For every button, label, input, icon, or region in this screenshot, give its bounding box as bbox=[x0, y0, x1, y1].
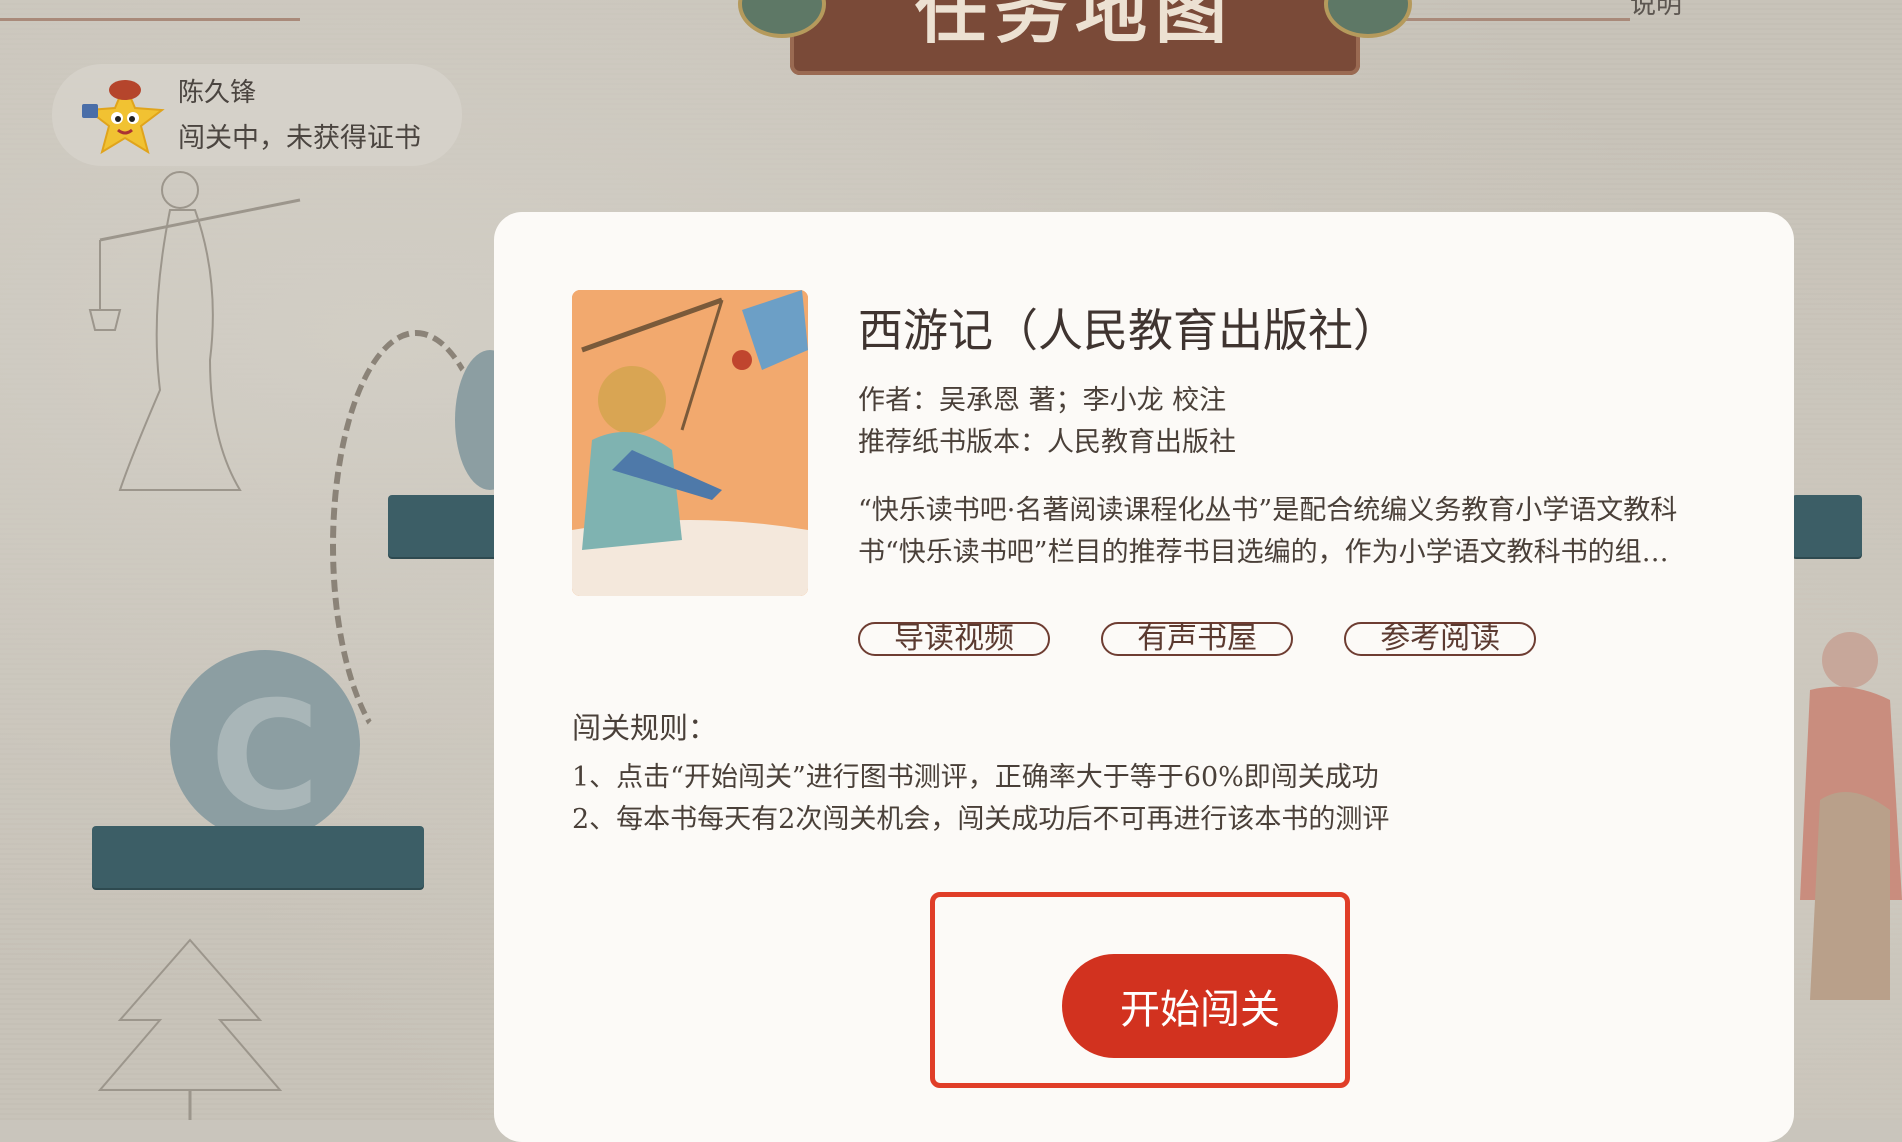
audio-book-button[interactable]: 有声书屋 bbox=[1101, 622, 1294, 656]
map-help-link[interactable]: 说明 bbox=[1630, 0, 1682, 21]
book-author: 作者：吴承恩 著；李小龙 校注 bbox=[858, 385, 1227, 416]
level-c-plank[interactable] bbox=[92, 826, 424, 888]
rules-list: 1、点击“开始闯关”进行图书测评，正确率大于等于60%即闯关成功 2、每本书每天… bbox=[572, 757, 1389, 841]
map-title: 任务地图 bbox=[914, 0, 1235, 53]
rule-item: 1、点击“开始闯关”进行图书测评，正确率大于等于60%即闯关成功 bbox=[572, 762, 1379, 793]
lady-illustration-icon bbox=[88, 171, 301, 491]
guide-video-button[interactable]: 导读视频 bbox=[858, 622, 1050, 656]
book-edition: 推荐纸书版本：人民教育出版社 bbox=[858, 427, 1236, 458]
user-status: 闯关中，未获得证书 bbox=[178, 123, 421, 154]
book-description-line: “快乐读书吧·名著阅读课程化丛书”是配合统编义务教育小学语文教科 bbox=[858, 495, 1678, 526]
rules-title: 闯关规则： bbox=[572, 711, 718, 745]
book-detail-modal: 西游记（人民教育出版社） 作者：吴承恩 著；李小龙 校注 推荐纸书版本：人民教育… bbox=[494, 212, 1794, 1142]
book-cover-image[interactable] bbox=[572, 290, 808, 596]
book-actions: 导读视频 有声书屋 参考阅读 bbox=[858, 622, 1582, 656]
book-meta: 作者：吴承恩 著；李小龙 校注 推荐纸书版本：人民教育出版社 bbox=[858, 380, 1236, 464]
map-top-border-right bbox=[1400, 0, 1630, 21]
rule-item: 2、每本书每天有2次闯关机会，闯关成功后不可再进行该本书的测评 bbox=[572, 804, 1390, 835]
book-title: 西游记（人民教育出版社） bbox=[858, 304, 1399, 357]
level-plank bbox=[388, 495, 498, 557]
book-description: “快乐读书吧·名著阅读课程化丛书”是配合统编义务教育小学语文教科 书“快乐读书吧… bbox=[858, 490, 1718, 574]
map-title-banner: 任务地图 bbox=[738, 0, 1412, 75]
level-letter-c-icon: C bbox=[210, 670, 321, 844]
start-challenge-button[interactable]: 开始闯关 bbox=[1062, 954, 1338, 1058]
level-plank-right[interactable] bbox=[1792, 495, 1862, 557]
book-description-line: 书“快乐读书吧”栏目的推荐书目选编的，作为小学语文教科书的组… bbox=[858, 537, 1669, 568]
figures-illustration-icon bbox=[1800, 632, 1902, 1000]
pine-tree-illustration-icon bbox=[97, 938, 283, 1120]
user-name: 陈久锋 bbox=[178, 78, 257, 108]
map-top-border-left bbox=[0, 0, 300, 21]
reference-reading-button[interactable]: 参考阅读 bbox=[1344, 622, 1537, 656]
user-card: 陈久锋 闯关中，未获得证书 bbox=[52, 64, 462, 166]
star-mascot-avatar-icon bbox=[82, 80, 165, 155]
